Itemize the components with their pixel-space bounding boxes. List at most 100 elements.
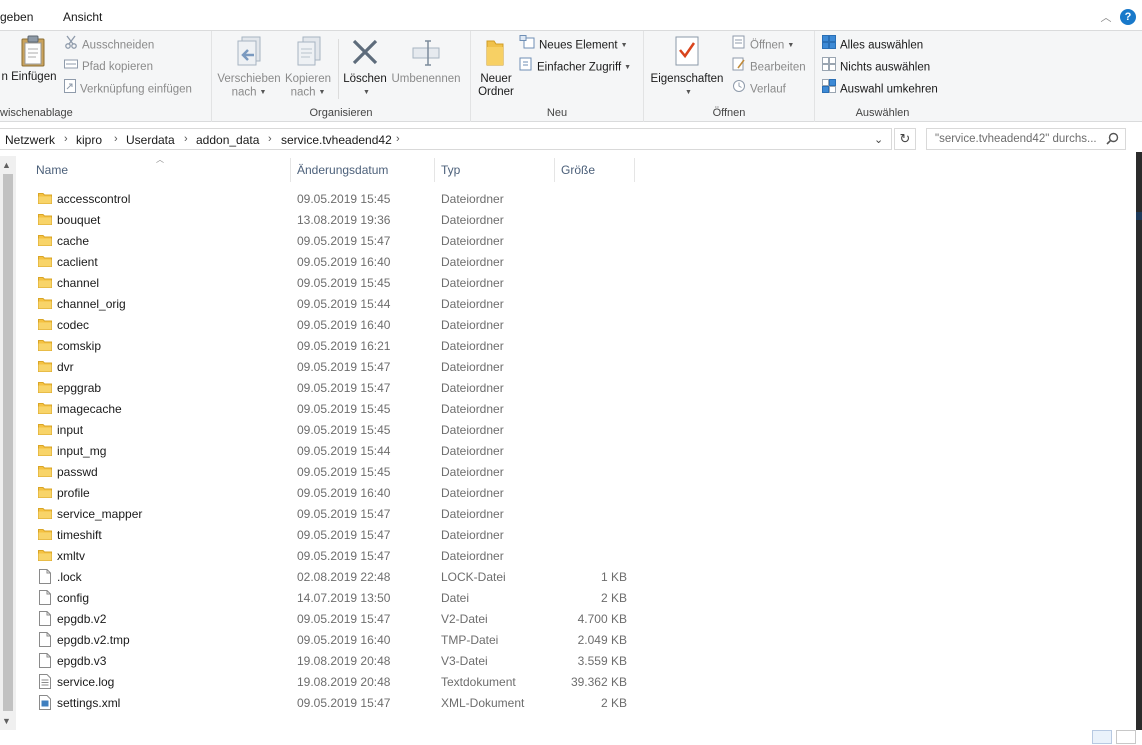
file-row[interactable]: cache 09.05.2019 15:47 Dateiordner <box>34 230 644 251</box>
file-row[interactable]: .lock 02.08.2019 22:48 LOCK-Datei 1 KB <box>34 566 644 587</box>
column-header-size[interactable]: Größe <box>561 156 595 184</box>
breadcrumb-addon-data[interactable]: addon_data <box>196 133 259 147</box>
large-icons-view-icon[interactable] <box>1116 730 1136 744</box>
copy-to-button[interactable]: Kopieren nach ▼ <box>282 35 334 100</box>
tab-freigeben[interactable]: geben <box>0 10 33 24</box>
invert-selection-button[interactable]: Auswahl umkehren <box>822 79 938 99</box>
file-row[interactable]: accesscontrol 09.05.2019 15:45 Dateiordner <box>34 188 644 209</box>
search-input[interactable]: "service.tvheadend42" durchs... <box>926 128 1126 150</box>
file-row[interactable]: caclient 09.05.2019 16:40 Dateiordner <box>34 251 644 272</box>
file-type: Dateiordner <box>441 360 504 374</box>
file-row[interactable]: dvr 09.05.2019 15:47 Dateiordner <box>34 356 644 377</box>
file-row[interactable]: service_mapper 09.05.2019 15:47 Dateiordne… <box>34 503 644 524</box>
move-dropdown-caret-icon: ▼ <box>259 89 267 96</box>
file-type: Dateiordner <box>441 381 504 395</box>
file-date: 09.05.2019 15:45 <box>297 276 391 290</box>
file-row[interactable]: profile 09.05.2019 16:40 Dateiordner <box>34 482 644 503</box>
folder-icon <box>38 233 52 250</box>
file-row[interactable]: epgdb.v2 09.05.2019 15:47 V2-Datei 4.700 KB <box>34 608 644 629</box>
file-type: Dateiordner <box>441 339 504 353</box>
rename-button[interactable]: Umbenennen <box>390 35 462 86</box>
select-all-button[interactable]: Alles auswählen <box>822 35 923 55</box>
file-row[interactable]: epgdb.v2.tmp 09.05.2019 16:40 TMP-Datei 2.0… <box>34 629 644 650</box>
breadcrumb-separator-icon[interactable]: › <box>268 133 272 145</box>
file-row[interactable]: epgdb.v3 19.08.2019 20:48 V3-Datei 3.559 KB <box>34 650 644 671</box>
search-icon[interactable] <box>1106 132 1119 148</box>
file-date: 09.05.2019 15:47 <box>297 696 391 710</box>
folder-icon <box>38 317 52 334</box>
collapse-ribbon-chevron-icon[interactable]: ︿ <box>1099 9 1113 24</box>
breadcrumb-separator-icon[interactable]: › <box>114 133 118 145</box>
file-type: Dateiordner <box>441 234 504 248</box>
address-history-chevron-icon[interactable]: ⌄ <box>874 133 883 146</box>
edit-button[interactable]: Bearbeiten <box>732 57 806 77</box>
file-row[interactable]: settings.xml 09.05.2019 15:47 XML-Dokument… <box>34 692 644 713</box>
file-name: passwd <box>57 465 98 479</box>
breadcrumb-kipro[interactable]: kipro <box>76 133 102 147</box>
breadcrumb-separator-icon[interactable]: › <box>184 133 188 145</box>
column-divider[interactable] <box>634 158 635 182</box>
file-size: 4.700 KB <box>577 612 627 626</box>
file-name: epggrab <box>57 381 102 395</box>
delete-label: Löschen <box>343 73 387 85</box>
paste-button[interactable]: n Einfügen <box>0 35 60 84</box>
details-view-icon[interactable] <box>1092 730 1112 744</box>
new-folder-button[interactable]: Neuer Ordner <box>473 35 519 99</box>
address-bar[interactable]: Netzwerk › kipro › Userdata › addon_data… <box>0 128 892 150</box>
select-none-button[interactable]: Nichts auswählen <box>822 57 930 77</box>
paste-shortcut-button[interactable]: Verknüpfung einfügen <box>64 79 192 99</box>
column-header-date[interactable]: Änderungsdatum <box>297 156 388 184</box>
file-type: Dateiordner <box>441 297 504 311</box>
file-row[interactable]: service.log 19.08.2019 20:48 Textdokument 3… <box>34 671 644 692</box>
file-row[interactable]: config 14.07.2019 13:50 Datei 2 KB <box>34 587 644 608</box>
breadcrumb-separator-icon[interactable]: › <box>64 133 68 145</box>
file-row[interactable]: comskip 09.05.2019 16:21 Dateiordner <box>34 335 644 356</box>
file-row[interactable]: timeshift 09.05.2019 15:47 Dateiordner <box>34 524 644 545</box>
file-row[interactable]: channel_orig 09.05.2019 15:44 Dateiordner <box>34 293 644 314</box>
file-row[interactable]: codec 09.05.2019 16:40 Dateiordner <box>34 314 644 335</box>
properties-button[interactable]: Eigenschaften ▼ <box>649 35 725 100</box>
new-item-button[interactable]: Neues Element ▼ <box>519 35 628 55</box>
file-row[interactable]: channel 09.05.2019 15:45 Dateiordner <box>34 272 644 293</box>
breadcrumb-service-tvheadend42[interactable]: service.tvheadend42 <box>281 133 392 147</box>
cut-button[interactable]: Ausschneiden <box>64 35 154 55</box>
column-divider[interactable] <box>290 158 291 182</box>
file-row[interactable]: passwd 09.05.2019 15:45 Dateiordner <box>34 461 644 482</box>
copy-path-button[interactable]: Pfad kopieren <box>64 57 153 77</box>
clipboard-group-label: wischenablage <box>0 107 73 119</box>
column-divider[interactable] <box>434 158 435 182</box>
file-row[interactable]: input_mg 09.05.2019 15:44 Dateiordner <box>34 440 644 461</box>
column-divider[interactable] <box>554 158 555 182</box>
history-button[interactable]: Verlauf <box>732 79 786 99</box>
breadcrumb-netzwerk[interactable]: Netzwerk <box>5 133 55 147</box>
clipboard-icon <box>20 35 46 67</box>
rename-icon <box>411 35 441 69</box>
file-date: 09.05.2019 15:47 <box>297 528 391 542</box>
help-icon[interactable]: ? <box>1120 9 1136 25</box>
delete-button[interactable]: Löschen ▼ <box>340 35 390 100</box>
tab-ansicht[interactable]: Ansicht <box>63 10 102 24</box>
properties-label: Eigenschaften <box>650 73 724 85</box>
file-icon <box>38 611 52 629</box>
open-button[interactable]: Öffnen ▼ <box>732 35 794 55</box>
breadcrumb-separator-icon[interactable]: › <box>396 133 400 145</box>
scroll-up-icon[interactable]: ▲ <box>2 160 11 170</box>
file-row[interactable]: epggrab 09.05.2019 15:47 Dateiordner <box>34 377 644 398</box>
organize-group: Verschieben nach ▼ Kopieren nach ▼ Löschen… <box>212 31 471 122</box>
refresh-icon[interactable]: ↻ <box>894 128 916 150</box>
column-header-type[interactable]: Typ <box>441 156 460 184</box>
file-name: imagecache <box>57 402 122 416</box>
file-row[interactable]: input 09.05.2019 15:45 Dateiordner <box>34 419 644 440</box>
column-header-name[interactable]: Name <box>36 156 68 184</box>
move-to-button[interactable]: Verschieben nach ▼ <box>216 35 282 100</box>
vertical-scrollbar[interactable]: ▲ ▼ <box>0 156 16 730</box>
file-date: 09.05.2019 15:47 <box>297 612 391 626</box>
file-type: XML-Dokument <box>441 696 525 710</box>
breadcrumb-userdata[interactable]: Userdata <box>126 133 175 147</box>
file-row[interactable]: bouquet 13.08.2019 19:36 Dateiordner <box>34 209 644 230</box>
easy-access-button[interactable]: Einfacher Zugriff ▼ <box>519 57 631 77</box>
scrollbar-thumb[interactable] <box>3 174 13 711</box>
file-row[interactable]: xmltv 09.05.2019 15:47 Dateiordner <box>34 545 644 566</box>
file-row[interactable]: imagecache 09.05.2019 15:45 Dateiordner <box>34 398 644 419</box>
scroll-down-icon[interactable]: ▼ <box>2 716 11 726</box>
